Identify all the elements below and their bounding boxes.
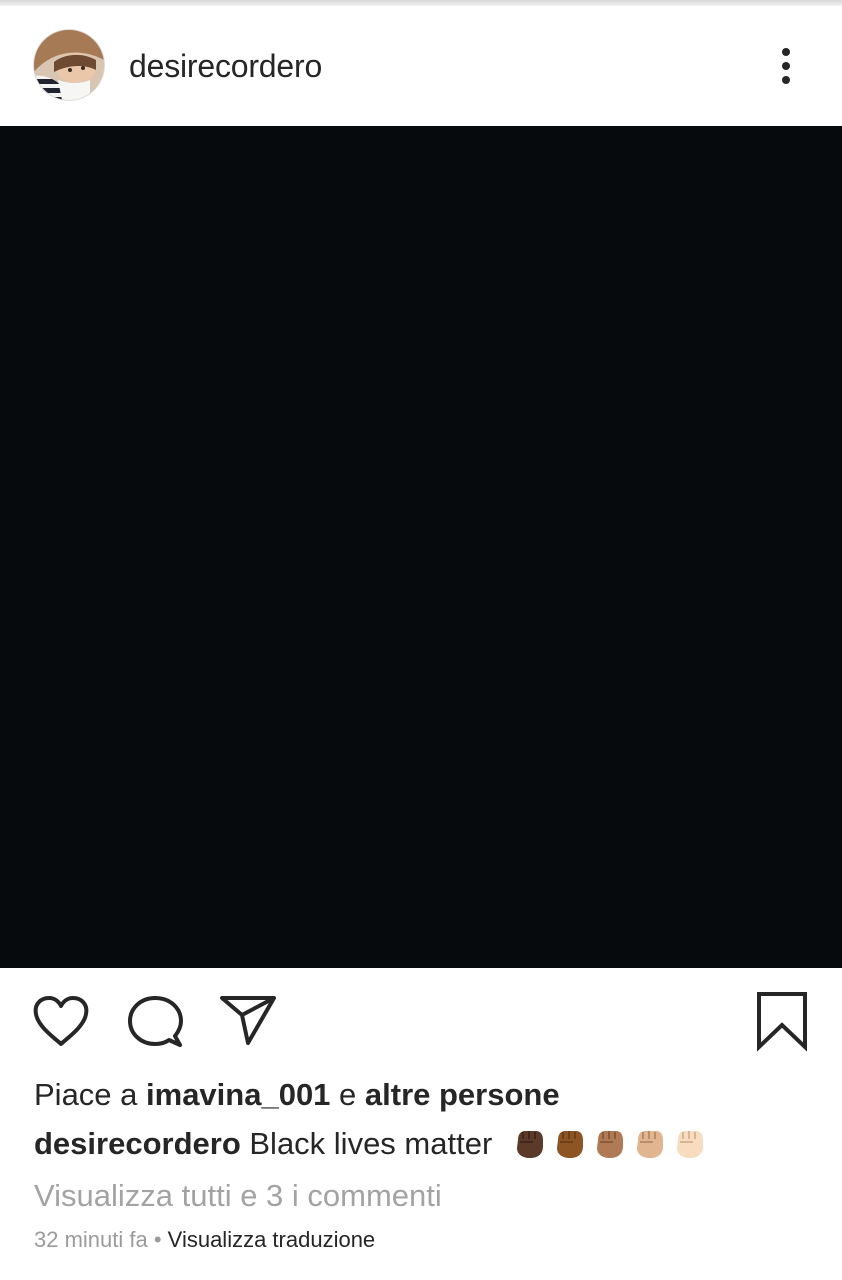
post-timestamp: 32 minuti fa (34, 1227, 148, 1252)
more-vertical-icon (782, 48, 790, 56)
comment-icon (128, 996, 183, 1047)
paper-plane-icon (220, 996, 276, 1045)
share-button[interactable] (218, 992, 278, 1048)
raised-fist-medium-dark-icon (551, 1124, 587, 1160)
likes-summary[interactable]: Piace a imavina_001 e altre persone (34, 1076, 560, 1114)
likes-others[interactable]: altre persone (365, 1077, 560, 1112)
meta-separator: • (147, 1227, 168, 1252)
instagram-post: desirecordero Piace a imavina_001 e altr… (0, 0, 842, 1280)
comment-button[interactable] (126, 994, 184, 1050)
heart-icon (33, 996, 89, 1046)
more-vertical-icon (782, 62, 790, 70)
more-options-button[interactable] (766, 42, 806, 90)
raised-fist-medium-light-icon (631, 1124, 667, 1160)
liked-by-username[interactable]: imavina_001 (146, 1077, 330, 1112)
avatar[interactable] (34, 30, 104, 100)
save-button[interactable] (752, 990, 812, 1052)
view-translation-link[interactable]: Visualizza traduzione (168, 1227, 376, 1252)
raised-fist-light-icon (671, 1124, 707, 1160)
likes-prefix: Piace a (34, 1077, 147, 1112)
caption-author[interactable]: desirecordero (34, 1126, 241, 1161)
raised-fist-dark-icon (511, 1124, 547, 1160)
post-header: desirecordero (0, 6, 842, 126)
post-username[interactable]: desirecordero (129, 46, 322, 86)
caption-emoji (511, 1124, 707, 1160)
view-all-comments-link[interactable]: Visualizza tutti e 3 i commenti (34, 1176, 442, 1216)
like-button[interactable] (32, 994, 90, 1050)
post-meta: 32 minuti fa • Visualizza traduzione (34, 1226, 375, 1254)
likes-connector: e (330, 1077, 365, 1112)
post-caption: desirecordero Black lives matter (34, 1124, 707, 1164)
post-image[interactable] (0, 126, 842, 968)
bookmark-icon (757, 992, 807, 1052)
raised-fist-medium-icon (591, 1124, 627, 1160)
avatar-photo (34, 30, 104, 100)
more-vertical-icon (782, 76, 790, 84)
caption-text: Black lives matter (240, 1126, 493, 1161)
